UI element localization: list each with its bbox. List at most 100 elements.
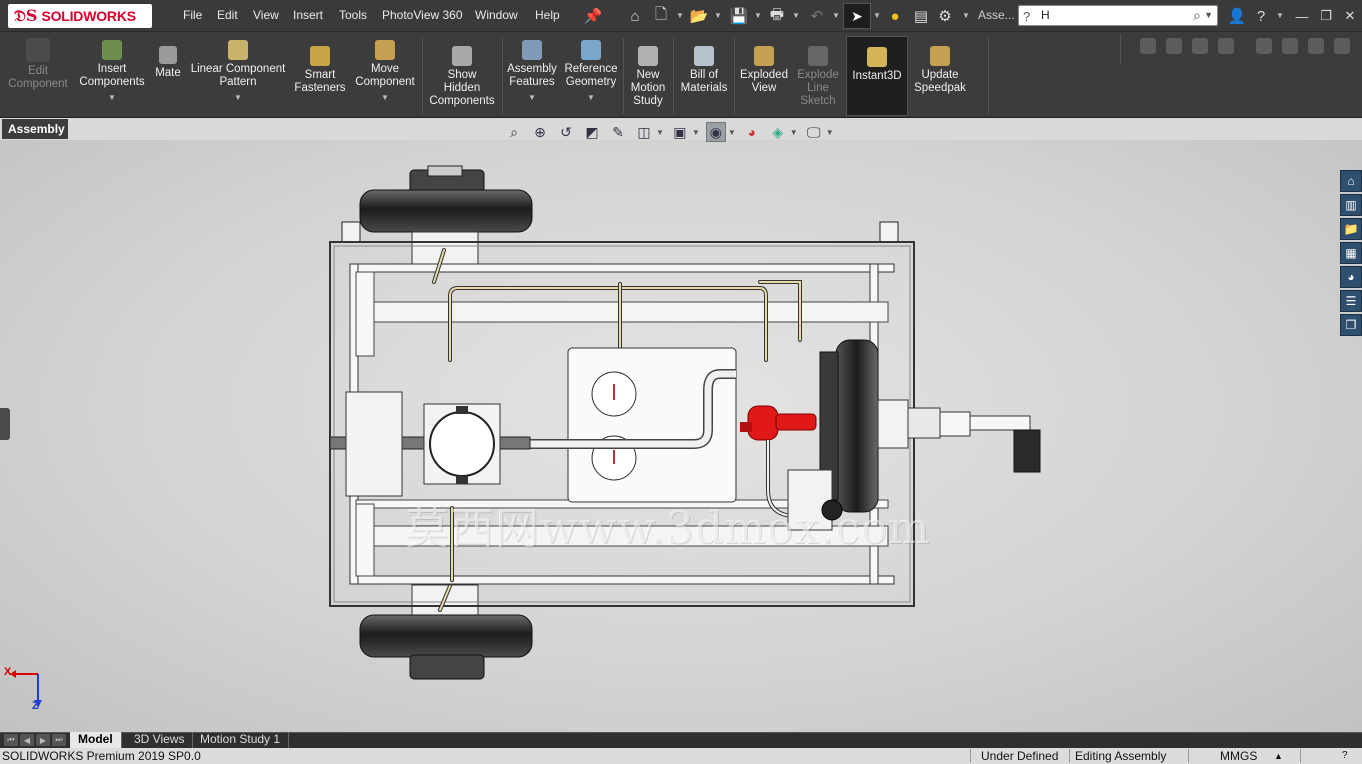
appearances-icon[interactable]: ◕ [1340, 266, 1362, 288]
prev-tab-icon[interactable]: ◀ [20, 734, 34, 746]
view-settings-icon[interactable]: 🖵 [804, 122, 824, 142]
assembly-features-dropdown-icon[interactable]: ▼ [506, 91, 558, 104]
reference-geometry-button[interactable]: Reference Geometry ▼ [562, 40, 620, 104]
edit-appearance-icon[interactable]: ◕ [742, 122, 762, 142]
select-arrow-icon[interactable]: ➤ [843, 3, 871, 29]
unit-system-dropdown-icon[interactable]: ▲ [1274, 748, 1283, 764]
disabled-tool-icon [1256, 38, 1272, 54]
undo-icon[interactable]: ↶ [806, 5, 828, 27]
home-icon[interactable]: ⌂ [624, 5, 646, 27]
instant3d-button[interactable]: Instant3D [846, 36, 908, 116]
new-motion-study-button[interactable]: New Motion Study [626, 46, 670, 108]
menu-view[interactable]: View [253, 8, 279, 22]
flywheel[interactable] [835, 339, 879, 513]
previous-view-icon[interactable]: ↺ [556, 122, 576, 142]
apply-scene-icon[interactable]: ◈ [768, 122, 788, 142]
mate-button[interactable]: Mate [152, 46, 184, 80]
edit-component-button[interactable]: Edit Component [6, 38, 70, 91]
feature-manager-collapse-handle[interactable] [0, 408, 10, 440]
tab-3d-views[interactable]: 3D Views [126, 732, 194, 748]
help-icon[interactable]: ? [1250, 5, 1272, 27]
options-gear-icon[interactable]: ⚙ [934, 5, 956, 27]
hide-show-dropdown-icon[interactable]: ▼ [728, 128, 736, 137]
search-commands-input[interactable]: ? H ⌕ ▼ [1018, 5, 1218, 26]
display-style-icon[interactable]: ▣ [670, 122, 690, 142]
first-tab-icon[interactable]: ⏮ [4, 734, 18, 746]
file-properties-icon[interactable]: ▤ [910, 5, 932, 27]
restore-icon[interactable]: ❐ [1316, 6, 1336, 26]
open-dropdown-icon[interactable]: ▼ [714, 11, 722, 20]
insert-components-button[interactable]: Insert Components ▼ [76, 40, 148, 104]
red-fuel-valve[interactable] [740, 405, 817, 441]
linear-component-pattern-button[interactable]: Linear Component Pattern ▼ [188, 40, 288, 104]
bill-of-materials-button[interactable]: Bill of Materials [676, 46, 732, 95]
search-dropdown-icon[interactable]: ▼ [1204, 6, 1213, 25]
next-tab-icon[interactable]: ▶ [36, 734, 50, 746]
menu-insert[interactable]: Insert [293, 8, 323, 22]
show-hidden-components-button[interactable]: Show Hidden Components [426, 46, 498, 108]
file-explorer-icon[interactable]: 📁 [1340, 218, 1362, 240]
close-icon[interactable]: ✕ [1340, 6, 1360, 26]
pull-start-handle[interactable] [969, 415, 1031, 431]
zoom-to-area-icon[interactable]: ⊕ [530, 122, 550, 142]
assembly-model[interactable] [0, 140, 1362, 732]
search-icon[interactable]: ⌕ [1193, 6, 1201, 25]
explode-line-sketch-button[interactable]: Explode Line Sketch [793, 46, 843, 108]
view-orientation-dropdown-icon[interactable]: ▼ [656, 128, 664, 137]
print-dropdown-icon[interactable]: ▼ [792, 11, 800, 20]
help-dropdown-icon[interactable]: ▼ [1276, 11, 1284, 20]
exploded-view-button[interactable]: Exploded View [737, 46, 791, 95]
assembly-features-button[interactable]: Assembly Features ▼ [506, 40, 558, 104]
section-view-icon[interactable]: ◩ [582, 122, 602, 142]
open-icon[interactable]: 📂 [688, 5, 710, 27]
new-dropdown-icon[interactable]: ▼ [676, 11, 684, 20]
tab-motion-study-1[interactable]: Motion Study 1 [192, 732, 290, 748]
reference-geometry-dropdown-icon[interactable]: ▼ [562, 91, 620, 104]
gear-box[interactable] [345, 391, 403, 497]
view-settings-dropdown-icon[interactable]: ▼ [826, 128, 834, 137]
carburetor[interactable] [787, 469, 833, 531]
tab-model[interactable]: Model [70, 732, 122, 748]
design-library-icon[interactable]: ▥ [1340, 194, 1362, 216]
menu-edit[interactable]: Edit [217, 8, 238, 22]
display-style-dropdown-icon[interactable]: ▼ [692, 128, 700, 137]
graphics-area[interactable]: 莫西网www.3dmox.com X Z ⌂ ▥ 📁 ▦ ◕ ☰ ❐ ◧ ◨ —… [0, 140, 1362, 732]
move-component-dropdown-icon[interactable]: ▼ [352, 91, 418, 104]
insert-components-dropdown-icon[interactable]: ▼ [76, 91, 148, 104]
minimize-icon[interactable]: — [1292, 6, 1312, 26]
menu-file[interactable]: File [183, 8, 202, 22]
select-dropdown-icon[interactable]: ▼ [873, 11, 881, 20]
pin-icon[interactable]: 📌 [582, 5, 604, 27]
save-icon[interactable]: 💾 [728, 5, 750, 27]
undo-dropdown-icon[interactable]: ▼ [832, 11, 840, 20]
smart-fasteners-button[interactable]: Smart Fasteners [292, 46, 348, 95]
rebuild-traffic-light-icon[interactable]: ● [884, 5, 906, 27]
apply-scene-dropdown-icon[interactable]: ▼ [790, 128, 798, 137]
unit-system[interactable]: MMGS [1220, 748, 1257, 764]
print-icon[interactable]: 🖶 [766, 5, 788, 27]
solidworks-forum-icon[interactable]: ❐ [1340, 314, 1362, 336]
options-dropdown-icon[interactable]: ▼ [962, 11, 970, 20]
custom-properties-icon[interactable]: ☰ [1340, 290, 1362, 312]
view-palette-icon[interactable]: ▦ [1340, 242, 1362, 264]
top-wheel[interactable] [341, 165, 899, 265]
view-orientation-icon[interactable]: ◫ [634, 122, 654, 142]
hide-show-items-icon[interactable]: ◉ [705, 122, 726, 142]
last-tab-icon[interactable]: ⏭ [52, 734, 66, 746]
menu-window[interactable]: Window [475, 8, 518, 22]
menu-help[interactable]: Help [535, 8, 560, 22]
dynamic-annotation-icon[interactable]: ✎ [608, 122, 628, 142]
linear-pattern-dropdown-icon[interactable]: ▼ [188, 91, 288, 104]
status-help-icon[interactable]: ? [1342, 748, 1348, 764]
solidworks-resources-home-icon[interactable]: ⌂ [1340, 170, 1362, 192]
update-speedpak-button[interactable]: Update Speedpak [912, 46, 968, 95]
solidworks-logo[interactable]: 𝔇S SOLIDWORKS [8, 4, 152, 28]
tab-assembly[interactable]: Assembly [2, 119, 68, 139]
user-account-icon[interactable]: 👤 [1226, 5, 1248, 27]
menu-photoview[interactable]: PhotoView 360 [382, 8, 463, 22]
move-component-button[interactable]: Move Component ▼ [352, 40, 418, 104]
save-dropdown-icon[interactable]: ▼ [754, 11, 762, 20]
new-document-icon[interactable]: 🗋 [650, 5, 672, 27]
zoom-to-fit-icon[interactable]: ⌕ [504, 122, 524, 142]
menu-tools[interactable]: Tools [339, 8, 367, 22]
